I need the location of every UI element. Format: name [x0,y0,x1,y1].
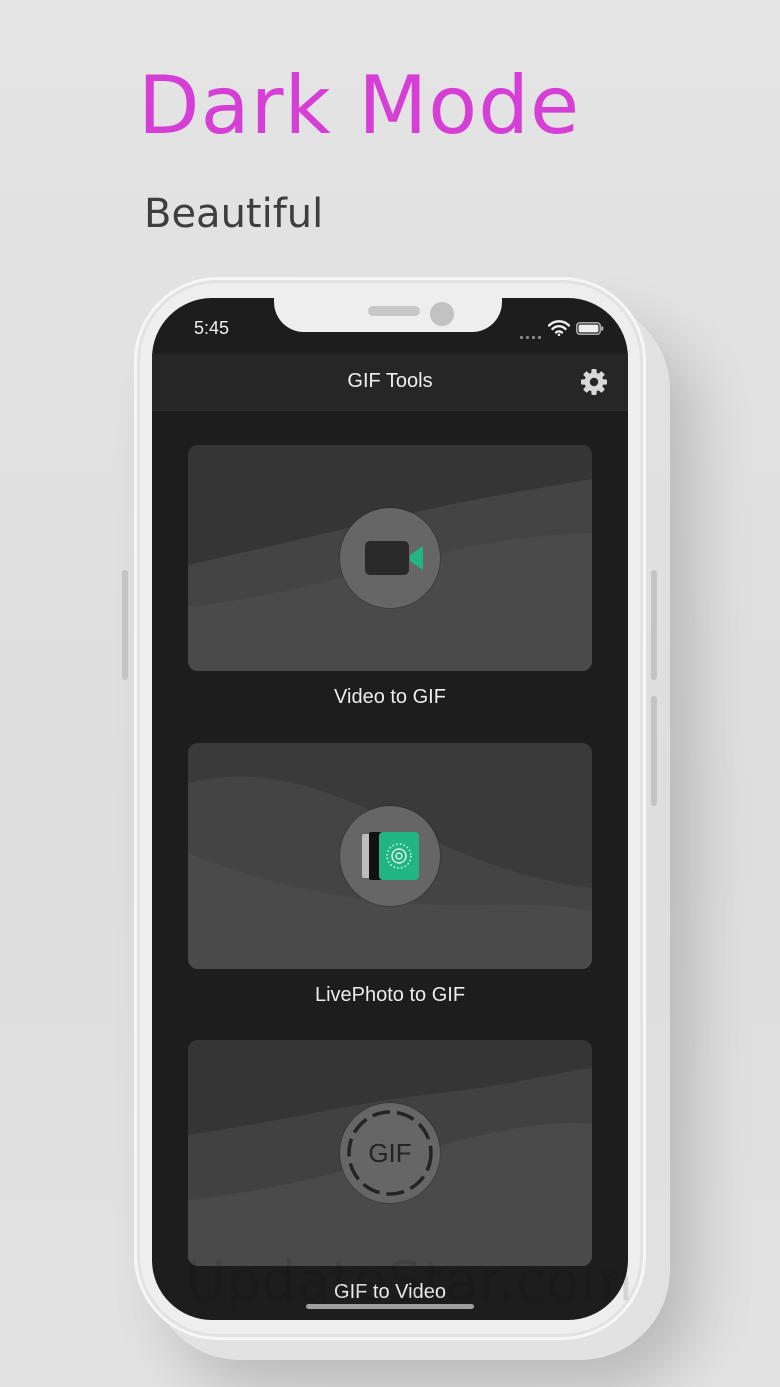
front-camera [430,302,454,326]
wifi-icon [548,320,570,336]
gif-icon-circle: GIF [340,1103,440,1203]
status-time: 5:45 [194,318,230,338]
video-to-gif-label[interactable]: Video to GIF [152,686,628,709]
video-camera-icon [365,541,423,575]
video-to-gif-card[interactable] [188,445,592,671]
phone-side-button-right-upper [651,570,657,680]
subheadline: Beautiful [144,191,324,237]
nav-title: GIF Tools [347,370,433,392]
watermark: UpdateStar.com [186,1250,634,1313]
battery-icon [576,322,604,335]
live-photo-icon [362,832,419,880]
video-icon-circle [340,508,440,608]
speaker [368,306,420,316]
phone-screen: 5:45 GIF Tools Video to GIF LivePhoto to… [152,298,628,1320]
phone-notch [274,298,502,332]
gif-icon: GIF [347,1110,433,1196]
livephoto-to-gif-card[interactable] [188,743,592,969]
livephoto-to-gif-label[interactable]: LivePhoto to GIF [152,984,628,1007]
gear-icon[interactable] [580,368,608,396]
gif-to-video-card[interactable]: GIF [188,1040,592,1266]
phone-side-button-right-lower [651,696,657,806]
livephoto-icon-circle [340,806,440,906]
nav-bar: GIF Tools [152,354,628,411]
phone-side-button-left [122,570,128,680]
headline: Dark Mode [138,59,581,152]
signal-icon [520,336,541,339]
gif-icon-text: GIF [368,1138,411,1168]
